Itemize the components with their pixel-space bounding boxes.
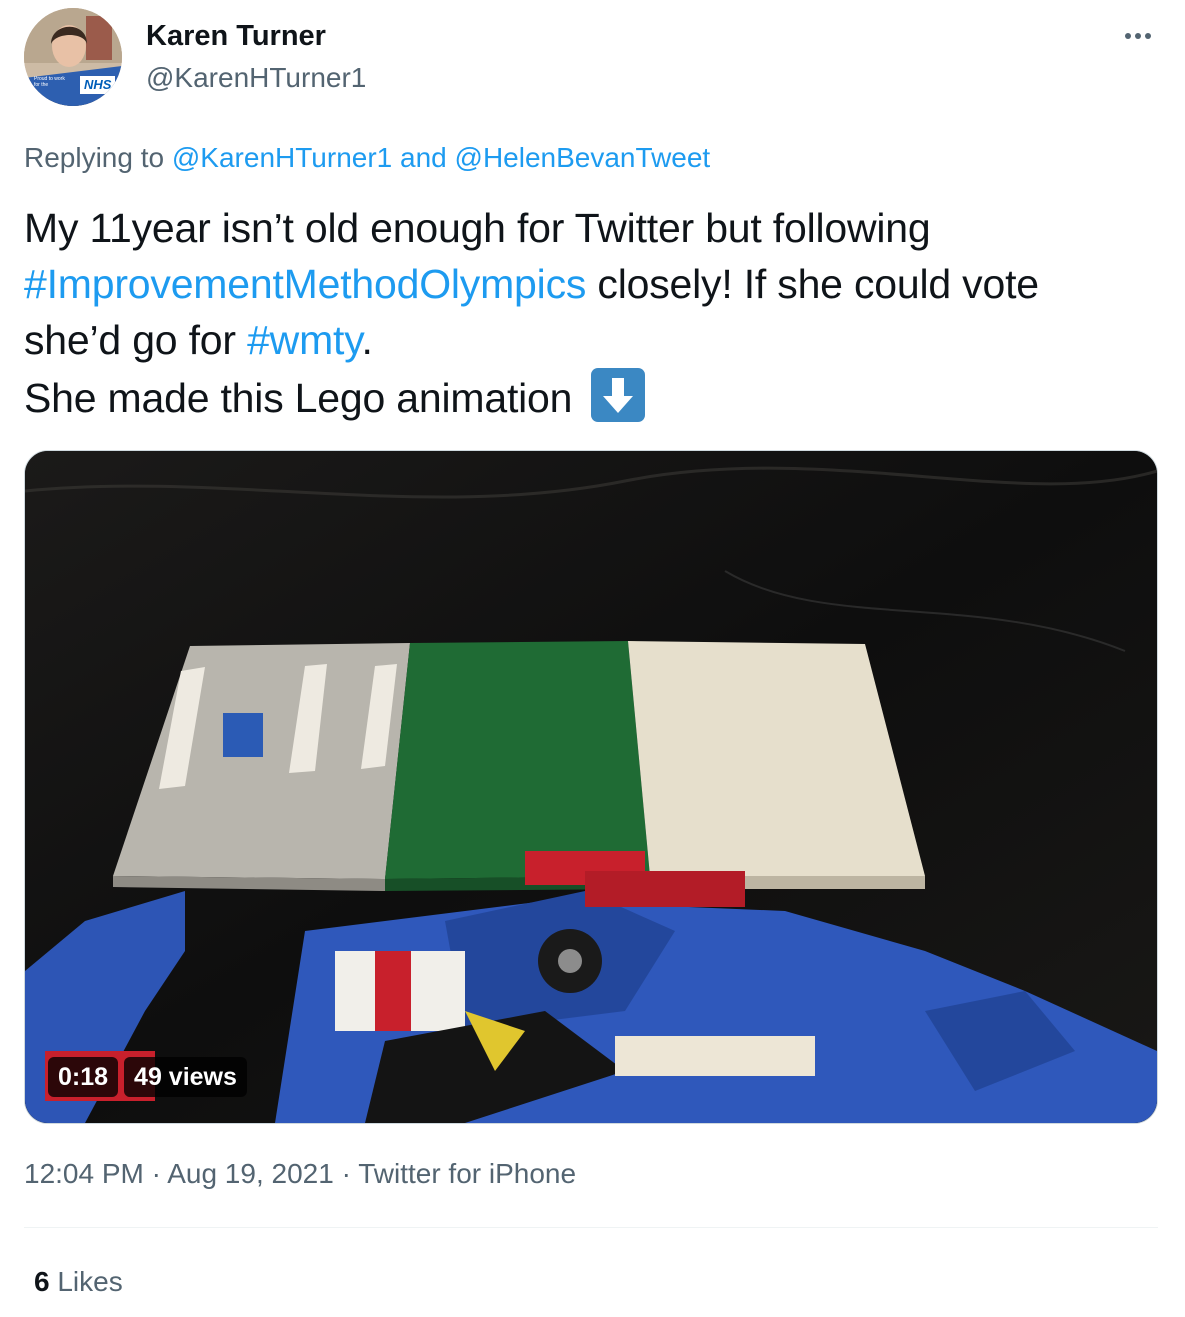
video-views: 49 views [124,1057,247,1097]
video-badge: 0:18 49 views [48,1057,253,1097]
reply-user-link-2[interactable]: @HelenBevanTweet [455,142,711,173]
likes-label: Likes [57,1266,123,1297]
tweet-time[interactable]: 12:04 PM [24,1158,144,1189]
video-thumbnail [25,451,1157,1123]
tweet-line-2: closely! If she could vote [597,261,1039,307]
tweet-line-1: My 11year isn’t old enough for Twitter b… [24,205,931,251]
reply-user-link[interactable]: @KarenHTurner1 [172,142,392,173]
likes-count: 6 [34,1266,50,1297]
meta-separator-2: · [341,1158,351,1189]
tweet-line-3-end: . [361,317,373,363]
avatar-caption: Proud to work for the [34,76,65,88]
nhs-badge: NHS [80,76,116,94]
author-handle[interactable]: @KarenHTurner1 [146,62,366,94]
tweet-line-3: she’d go for [24,317,236,363]
reply-prefix: Replying to [24,142,165,173]
meta-separator: · [151,1158,161,1189]
down-arrow-emoji-icon [591,368,646,422]
divider [24,1227,1158,1228]
more-options-icon[interactable] [1118,18,1158,54]
author-name[interactable]: Karen Turner [146,20,326,53]
video-player[interactable] [24,450,1158,1124]
tweet-source[interactable]: Twitter for iPhone [358,1158,576,1189]
replying-to: Replying to @KarenHTurner1 and @HelenBev… [24,142,710,174]
tweet-text: My 11year isn’t old enough for Twitter b… [24,200,1164,426]
tweet-meta: 12:04 PM · Aug 19, 2021 · Twitter for iP… [24,1158,576,1190]
tweet-line-4: She made this Lego animation [24,375,573,421]
video-duration: 0:18 [48,1057,119,1097]
reply-conjunction[interactable]: and [400,142,447,173]
hashtag-link[interactable]: #ImprovementMethodOlympics [24,261,586,307]
tweet-date[interactable]: Aug 19, 2021 [167,1158,334,1189]
avatar[interactable]: Proud to work for the NHS [24,8,122,106]
likes-link[interactable]: 6 Likes [34,1266,123,1298]
hashtag-link-2[interactable]: #wmty [247,317,362,363]
